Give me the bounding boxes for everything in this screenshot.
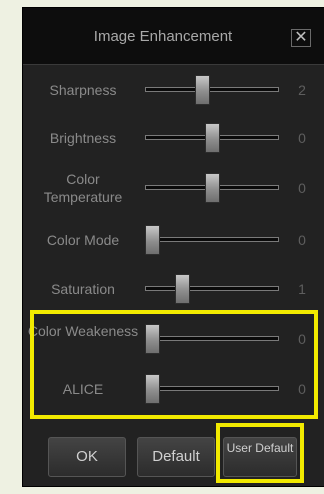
saturation-track[interactable] xyxy=(145,286,279,291)
highlight-box-color-sliders xyxy=(30,310,318,419)
dialog-title: Image Enhancement xyxy=(93,28,233,45)
color-mode-track[interactable] xyxy=(145,237,279,242)
default-button-label: Default xyxy=(152,448,200,465)
color-temperature-thumb[interactable] xyxy=(204,173,220,203)
color-mode-thumb[interactable] xyxy=(145,225,160,255)
color-mode-value: 0 xyxy=(298,232,306,248)
sharpness-value: 2 xyxy=(298,82,306,98)
slider-row-sharpness: Sharpness 2 xyxy=(23,70,324,110)
color-temperature-label: Color Temperature xyxy=(43,171,123,205)
sharpness-thumb[interactable] xyxy=(194,75,210,105)
sharpness-label: Sharpness xyxy=(49,82,117,98)
slider-row-brightness: Brightness 0 xyxy=(23,118,324,158)
sharpness-track[interactable] xyxy=(145,87,279,92)
brightness-value: 0 xyxy=(298,130,306,146)
color-mode-label: Color Mode xyxy=(46,232,120,248)
slider-row-color-mode: Color Mode 0 xyxy=(23,220,324,260)
ok-button-label: OK xyxy=(76,448,98,465)
color-temperature-value: 0 xyxy=(298,180,306,196)
dialog-titlebar: Image Enhancement ✕ xyxy=(23,8,324,65)
close-icon[interactable]: ✕ xyxy=(291,29,311,47)
highlight-box-user-default xyxy=(216,423,304,483)
saturation-thumb[interactable] xyxy=(174,274,190,304)
default-button[interactable]: Default xyxy=(137,437,215,477)
saturation-label: Saturation xyxy=(51,281,115,297)
slider-row-color-temperature: Color Temperature 0 xyxy=(23,168,324,208)
slider-row-saturation: Saturation 1 xyxy=(23,269,324,309)
ok-button[interactable]: OK xyxy=(48,437,126,477)
saturation-value: 1 xyxy=(298,281,306,297)
brightness-thumb[interactable] xyxy=(204,123,220,153)
brightness-label: Brightness xyxy=(49,130,117,146)
